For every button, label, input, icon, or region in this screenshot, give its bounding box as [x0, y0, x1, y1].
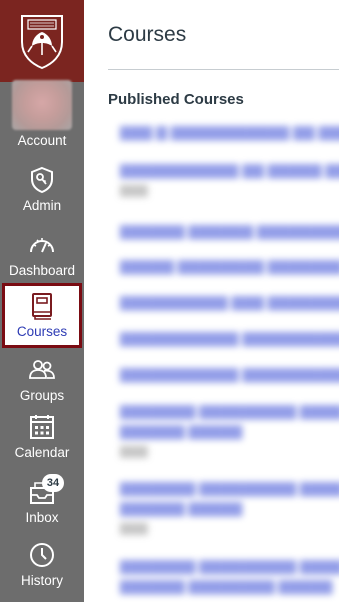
nav-label-groups: Groups — [19, 388, 65, 403]
nav-label-history: History — [20, 573, 63, 588]
clock-icon — [30, 543, 54, 567]
course-link[interactable]: ▇▇▇▇▇▇▇▇▇▇▇ ▇▇▇▇▇▇▇▇▇▇▇ ▇▇▇▇▇ — [120, 364, 339, 384]
course-link[interactable]: ▇▇▇▇▇▇▇▇▇▇▇ ▇▇▇▇▇▇▇▇▇▇▇ ▇▇▇▇▇ — [120, 328, 339, 348]
page-title: Courses — [108, 23, 187, 46]
course-link[interactable]: ▇▇▇▇▇▇▇▇▇▇ ▇▇▇ ▇▇▇▇▇▇▇▇ ▇▇▇ ▇ — [120, 292, 339, 312]
course-link[interactable]: ▇▇▇▇▇▇▇ ▇▇▇▇▇▇▇▇▇ ▇▇▇▇ ▇ ▇▇▇▇▇▇▇▇▇▇▇ ▇▇▇… — [120, 556, 339, 596]
course-link[interactable]: ▇▇▇▇▇▇▇ ▇▇▇▇▇▇▇▇▇ ▇▇▇▇ ▇ ▇▇▇▇▇▇▇▇▇▇▇ ▇▇▇… — [120, 401, 339, 461]
inbox-unread-badge: 34 — [42, 474, 64, 492]
section-title-published-courses: Published Courses — [108, 91, 244, 108]
avatar[interactable] — [12, 80, 72, 130]
nav-item-account[interactable]: Account — [0, 133, 84, 149]
nav-item-admin[interactable]: Admin — [0, 166, 84, 214]
nav-item-calendar[interactable]: Calendar — [0, 413, 84, 461]
nav-item-inbox[interactable]: 34 Inbox — [0, 474, 84, 526]
course-link[interactable]: ▇▇▇ ▇ ▇▇▇▇▇▇▇▇▇▇▇ ▇▇ ▇▇▇▇▇ ▇▇▇▇▇ — [120, 122, 339, 142]
title-divider — [108, 69, 339, 70]
nav-item-groups[interactable]: Groups — [0, 356, 84, 404]
calendar-icon — [30, 415, 54, 439]
course-link[interactable]: ▇▇▇▇▇▇ ▇▇▇▇▇▇ ▇▇▇▇▇▇▇▇▇▇▇ — [120, 221, 339, 241]
nav-label-courses: Courses — [16, 324, 68, 339]
nav-label-dashboard: Dashboard — [8, 263, 76, 278]
book-icon — [32, 293, 52, 320]
crest-icon — [21, 15, 63, 70]
nav-label-inbox: Inbox — [25, 510, 59, 525]
nav-item-history[interactable]: History — [0, 541, 84, 589]
nav-label-calendar: Calendar — [14, 445, 70, 460]
groups-icon — [29, 360, 55, 379]
global-nav: Account Admin Dashboard Courses Groups C… — [0, 0, 84, 602]
nav-label-admin: Admin — [22, 198, 62, 213]
shield-icon — [31, 166, 53, 194]
dashboard-icon — [30, 238, 54, 253]
nav-item-dashboard[interactable]: Dashboard — [0, 231, 84, 279]
nav-label-account: Account — [17, 133, 67, 148]
course-link[interactable]: ▇▇▇▇▇▇▇ ▇▇▇▇▇▇▇▇▇ ▇▇▇▇ ▇ ▇▇▇▇▇▇▇▇▇▇▇ ▇▇▇… — [120, 478, 339, 538]
university-logo[interactable] — [0, 0, 84, 82]
nav-item-courses[interactable]: Courses — [2, 283, 82, 348]
course-link[interactable]: ▇▇▇▇▇ ▇▇▇▇▇▇▇▇ ▇▇▇▇▇▇▇ — [120, 256, 339, 276]
main-content: Courses Published Courses ▇▇▇ ▇ ▇▇▇▇▇▇▇▇… — [84, 0, 339, 602]
course-link[interactable]: ▇▇▇▇▇▇▇▇▇▇▇ ▇▇ ▇▇▇▇▇ ▇▇▇▇▇▇▇▇ — [120, 160, 339, 200]
